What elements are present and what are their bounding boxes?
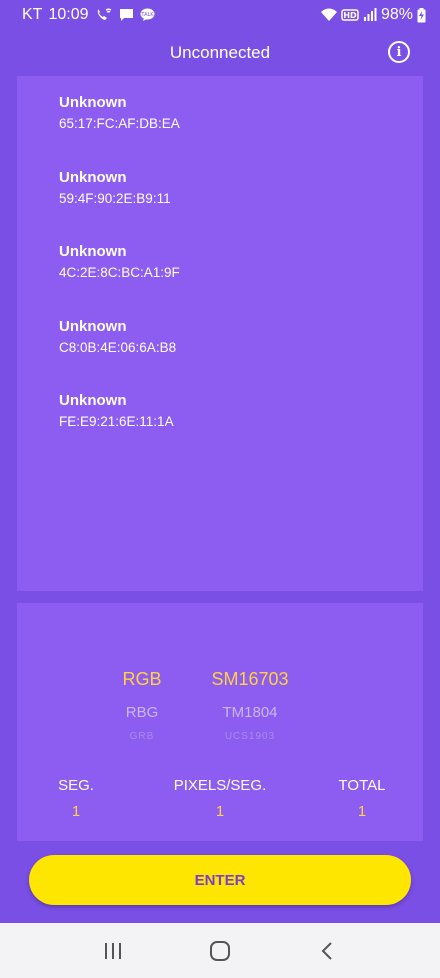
device-item-1[interactable]: Unknown 65:17:FC:AF:DB:EA — [59, 94, 180, 131]
seg-value[interactable]: 1 — [41, 803, 111, 820]
svg-text:HD: HD — [343, 11, 357, 20]
wifi-icon — [320, 8, 337, 22]
talk-icon: TALK — [140, 8, 155, 22]
device-list: Unknown 65:17:FC:AF:DB:EA Unknown 59:4F:… — [17, 76, 423, 591]
total-label: TOTAL — [338, 777, 386, 794]
device-mac: C8:0B:4E:06:6A:B8 — [59, 340, 177, 355]
device-mac: 59:4F:90:2E:B9:11 — [59, 191, 171, 206]
ic-type-picker[interactable]: SM16703 TM1804 UCS1903 — [197, 669, 303, 742]
color-order-picker[interactable]: RGB RBG GRB — [107, 669, 177, 742]
device-item-5[interactable]: Unknown FE:E9:21:6E:11:1A — [59, 392, 174, 429]
color-order-option: RBG — [125, 704, 159, 721]
device-name: Unknown — [59, 94, 127, 111]
total-value: 1 — [357, 803, 367, 820]
message-icon — [119, 8, 134, 22]
info-icon[interactable]: i — [388, 41, 410, 63]
device-mac: 4C:2E:8C:BC:A1:9F — [59, 265, 180, 280]
wifi-calling-icon — [95, 8, 113, 22]
system-nav-bar — [0, 923, 440, 978]
enter-button[interactable]: ENTER — [29, 855, 411, 905]
back-icon[interactable] — [307, 931, 347, 971]
app-bar: Unconnected i — [0, 30, 440, 76]
battery-label: 98% — [380, 6, 413, 23]
device-mac: 65:17:FC:AF:DB:EA — [59, 116, 180, 131]
device-name: Unknown — [59, 169, 127, 186]
seg-label: SEG. — [58, 777, 94, 794]
pixels-per-seg-label: PIXELS/SEG. — [173, 777, 267, 794]
hd-icon: HD — [341, 8, 359, 22]
device-name: Unknown — [59, 392, 127, 409]
device-item-4[interactable]: Unknown C8:0B:4E:06:6A:B8 — [59, 318, 176, 355]
recent-apps-icon[interactable] — [93, 931, 133, 971]
device-item-3[interactable]: Unknown 4C:2E:8C:BC:A1:9F — [59, 243, 180, 280]
device-name: Unknown — [59, 318, 127, 335]
svg-text:TALK: TALK — [140, 12, 154, 18]
ic-type-selected: SM16703 — [211, 669, 289, 689]
status-bar: KT 10:09 TALK HD 98% — [0, 0, 440, 30]
page-title: Unconnected — [169, 43, 271, 62]
device-mac: FE:E9:21:6E:11:1A — [59, 414, 174, 429]
pixels-per-seg-value[interactable]: 1 — [160, 803, 280, 820]
device-name: Unknown — [59, 243, 127, 260]
ic-type-option: UCS1903 — [224, 731, 276, 742]
time-label: 10:09 — [48, 6, 89, 23]
config-panel: RGB RBG GRB SM16703 TM1804 UCS1903 SEG. … — [17, 603, 423, 841]
color-order-selected: RGB — [122, 669, 162, 689]
carrier-label: KT — [22, 6, 43, 23]
battery-charging-icon — [417, 7, 426, 23]
color-order-option: GRB — [129, 731, 155, 742]
ic-type-option: TM1804 — [222, 704, 278, 721]
device-item-2[interactable]: Unknown 59:4F:90:2E:B9:11 — [59, 169, 171, 206]
signal-icon — [363, 8, 377, 22]
home-icon[interactable] — [200, 931, 240, 971]
